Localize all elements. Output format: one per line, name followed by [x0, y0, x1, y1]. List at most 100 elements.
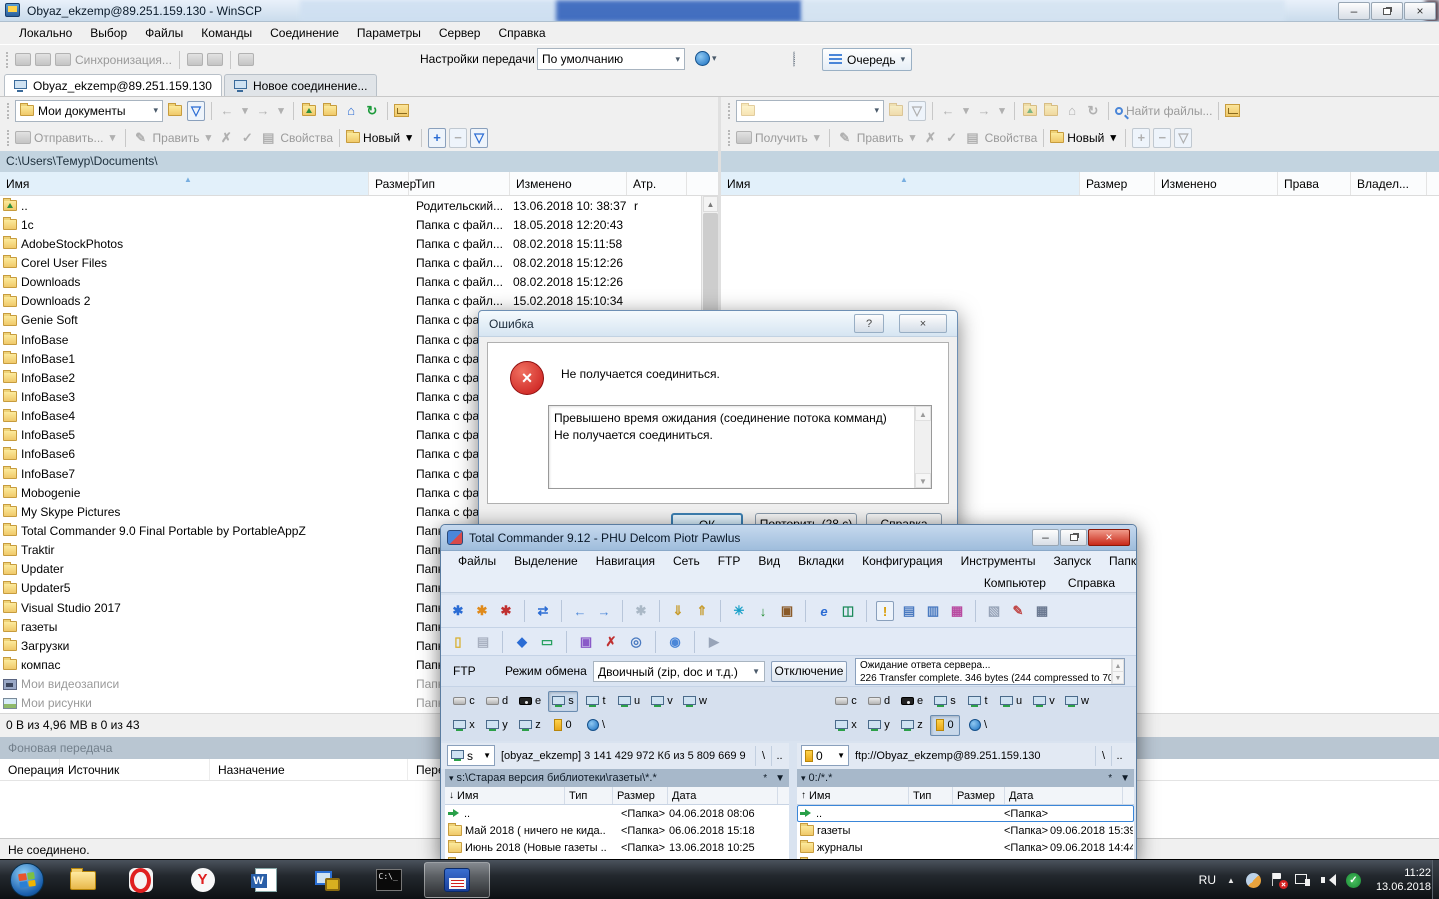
winscp-menu-item[interactable]: Сервер — [430, 22, 490, 44]
root-button[interactable]: \ — [755, 746, 771, 766]
winscp-menu-item[interactable]: Справка — [489, 22, 554, 44]
tc-menu-item[interactable]: FTP — [709, 551, 750, 573]
scroll-up-icon[interactable]: ▲ — [703, 196, 718, 212]
right-drive-combo[interactable]: 0 ▼ — [801, 745, 849, 766]
synchronize-browsing-icon[interactable] — [35, 53, 51, 66]
refresh-icon[interactable]: ↻ — [1084, 101, 1102, 121]
location-combo[interactable]: Мои документы ▾ — [15, 100, 163, 122]
wildcard-icon[interactable]: * — [1108, 773, 1112, 784]
toolbar-icon[interactable]: ◎ — [627, 632, 645, 652]
drive-button-u[interactable]: u — [614, 691, 644, 712]
tc-menu-item[interactable]: Инструменты — [952, 551, 1045, 573]
column-header[interactable]: Размер — [953, 787, 1005, 804]
tc-panel-splitter[interactable] — [789, 743, 797, 862]
winscp-menu-item[interactable]: Команды — [192, 22, 261, 44]
toolbar-icon[interactable]: ✎ — [1009, 601, 1027, 621]
right-path-bar[interactable]: ▾ 0:/*.* *▼ — [797, 769, 1134, 787]
transfer-column-header[interactable]: Источник — [60, 759, 210, 780]
file-row[interactable]: ..Родительский...13.06.2018 10: 38:37r — [0, 196, 701, 215]
drive-button-0[interactable]: 0 — [930, 715, 960, 736]
delete-icon[interactable]: ✗ — [217, 128, 235, 148]
tc-menu-item[interactable]: Вид — [749, 551, 789, 573]
parent-directory-icon[interactable] — [1021, 101, 1039, 121]
find-files-button[interactable]: Найти файлы... — [1126, 104, 1212, 118]
drive-button-v[interactable]: v — [647, 691, 677, 712]
back-icon[interactable]: ← — [939, 101, 957, 121]
taskbar-yandex-button[interactable]: Y — [180, 862, 225, 898]
minimize-button[interactable]: – — [1032, 529, 1059, 546]
toolbar-icon[interactable]: ✳ — [730, 601, 748, 621]
search-icon[interactable] — [1115, 107, 1123, 115]
toolbar-grip[interactable] — [728, 130, 731, 146]
toolbar-icon[interactable]: ▤ — [474, 632, 492, 652]
download-button[interactable]: Получить — [755, 131, 808, 145]
column-header[interactable]: ▲Имя — [721, 172, 1080, 195]
drive-button-w[interactable]: w — [680, 691, 710, 712]
upload-icon[interactable] — [15, 131, 31, 144]
column-header[interactable]: Изменено — [1155, 172, 1278, 195]
winscp-menu-item[interactable]: Соединение — [261, 22, 348, 44]
file-row[interactable]: ..<Папка> — [797, 805, 1134, 822]
drive-button-x[interactable]: x — [449, 715, 479, 736]
drive-button-x[interactable]: x — [831, 715, 861, 736]
winscp-menu-item[interactable]: Параметры — [348, 22, 430, 44]
winscp-menu-item[interactable]: Локально — [10, 22, 81, 44]
synchronize-icon[interactable] — [55, 53, 71, 66]
winscp-menu-item[interactable]: Выбор — [81, 22, 136, 44]
properties-button[interactable]: Свойства — [280, 131, 333, 145]
parent-directory-icon[interactable] — [300, 101, 318, 121]
drive-button-e[interactable]: e — [515, 691, 545, 712]
toolbar-icon[interactable]: ▧ — [985, 601, 1003, 621]
error-dialog-titlebar[interactable]: Ошибка ? × — [479, 311, 957, 337]
column-header[interactable]: Дата — [1005, 787, 1123, 804]
file-row[interactable]: журналы<Папка>09.06.2018 14:44 — [797, 839, 1134, 856]
filter-icon[interactable]: ▽ — [1174, 128, 1192, 148]
edit-icon[interactable]: ✎ — [132, 128, 150, 148]
refresh-icon[interactable]: ↻ — [363, 101, 381, 121]
download-icon[interactable] — [736, 131, 752, 144]
toolbar-icon[interactable]: ▶ — [705, 632, 723, 652]
session-tab[interactable]: Obyaz_ekzemp@89.251.159.130 — [4, 74, 222, 96]
toolbar-icon[interactable]: ▣ — [577, 632, 595, 652]
winscp-titlebar[interactable]: Obyaz_ekzemp@89.251.159.130 - WinSCP – × — [0, 0, 1439, 22]
properties-icon[interactable]: ▤ — [259, 128, 277, 148]
taskbar-winscp-button[interactable] — [305, 862, 350, 898]
drive-button-z[interactable]: z — [897, 715, 927, 736]
root-button[interactable]: \ — [1095, 746, 1111, 766]
file-row[interactable]: AdobeStockPhotosПапка с файл...08.02.201… — [0, 234, 701, 253]
transfer-mode-combo[interactable]: Двоичный (zip, doc и т.д.) ▼ — [593, 661, 765, 682]
root-directory-icon[interactable] — [1042, 101, 1060, 121]
unselect-icon[interactable]: − — [449, 128, 467, 148]
file-row[interactable]: ..<Папка>04.06.2018 08:06 — [445, 805, 789, 822]
add-bookmark-icon[interactable] — [207, 53, 223, 66]
tc-menu-item[interactable]: Файлы — [449, 551, 505, 573]
file-row[interactable]: Downloads 2Папка с файл...15.02.2018 15:… — [0, 292, 701, 311]
session-tab[interactable]: Новое соединение... — [224, 74, 378, 96]
toolbar-icon[interactable]: ◫ — [839, 601, 857, 621]
close-button[interactable]: × — [899, 314, 947, 333]
toolbar-icon[interactable]: ▤ — [900, 601, 918, 621]
toolbar-icon[interactable]: ◉ — [666, 632, 684, 652]
start-button[interactable] — [10, 863, 44, 897]
filter-icon[interactable]: ▽ — [470, 128, 488, 148]
caret-down-icon[interactable]: ▼ — [1120, 773, 1130, 784]
drive-button-w[interactable]: w — [1062, 691, 1092, 712]
drive-button-s[interactable]: s — [548, 691, 578, 712]
transfer-column-header[interactable]: Назначение — [210, 759, 408, 780]
tc-menu-item[interactable]: Справка — [1059, 573, 1124, 592]
local-path-bar[interactable]: C:\Users\Темур\Documents\ — [0, 151, 718, 172]
chevron-down-icon[interactable]: ▾ — [907, 128, 919, 148]
file-row[interactable]: Corel User FilesПапка с файл...08.02.201… — [0, 253, 701, 272]
new-button[interactable]: Новый — [363, 131, 400, 145]
taskbar-total-commander-button[interactable] — [424, 862, 490, 898]
parent-button[interactable]: .. — [1111, 746, 1127, 766]
chevron-down-icon[interactable]: ▾ — [403, 128, 415, 148]
open-directory-icon[interactable] — [887, 101, 905, 121]
edit-icon[interactable]: ✎ — [836, 128, 854, 148]
wildcard-icon[interactable]: * — [763, 773, 767, 784]
clock[interactable]: 11:22 13.06.2018 — [1376, 866, 1431, 894]
restore-button[interactable] — [1060, 529, 1087, 546]
home-directory-icon[interactable]: ⌂ — [342, 101, 360, 121]
home-directory-icon[interactable]: ⌂ — [1063, 101, 1081, 121]
toolbar-grip[interactable] — [6, 52, 9, 68]
